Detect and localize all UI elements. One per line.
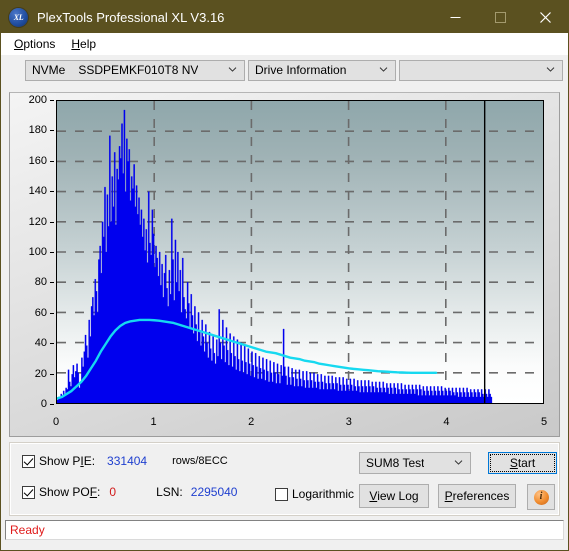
x-axis-tick-label: 4	[443, 416, 450, 428]
logarithmic-checkbox[interactable]	[275, 487, 288, 501]
window-title: PlexTools Professional XL V3.16	[37, 9, 225, 25]
show-pie-checkbox[interactable]	[22, 454, 35, 468]
info-icon: i	[533, 489, 549, 505]
y-axis-tick	[50, 160, 54, 162]
drive-select-value: SSDPEMKF010T8 NV	[78, 63, 199, 77]
pof-value: 0	[109, 485, 117, 499]
status-bar: Ready	[5, 520, 564, 540]
preferences-button[interactable]: Preferences	[438, 484, 516, 508]
menu-item-options[interactable]: Options	[6, 35, 63, 53]
y-axis-tick	[50, 221, 54, 223]
show-pof-checkbox[interactable]	[22, 485, 35, 499]
y-axis-tick	[50, 130, 54, 132]
selector-toolbar: NVMe SSDPEMKF010T8 NV Drive Information	[1, 55, 568, 85]
y-axis-tick	[50, 373, 54, 375]
test-select[interactable]: SUM8 Test	[359, 452, 471, 474]
x-axis-tick-label: 2	[248, 416, 255, 428]
y-axis-tick	[50, 404, 54, 405]
plot-area[interactable]	[56, 100, 544, 404]
y-axis-tick-label: 40	[34, 337, 47, 350]
status-text: Ready	[10, 523, 45, 537]
y-axis-tick-label: 80	[34, 276, 47, 289]
x-axis-tick-label: 5	[540, 416, 548, 428]
view-log-button-label: View Log	[369, 489, 419, 503]
chevron-down-icon	[228, 65, 237, 74]
show-pof-row: Show POF: 0 LSN: 2295040	[22, 485, 237, 499]
close-icon[interactable]	[523, 1, 568, 33]
lsn-label: LSN:	[156, 485, 183, 499]
y-axis-tick-label: 0	[40, 398, 47, 410]
menu-item-help-label: elp	[80, 36, 97, 51]
start-button-label: Start	[509, 456, 536, 470]
maximize-icon[interactable]	[478, 1, 523, 33]
y-axis-tick	[50, 191, 54, 193]
sub-function-select[interactable]	[399, 59, 563, 81]
pie-units: rows/8ECC	[172, 455, 228, 467]
menu-item-options-label: ptions	[23, 36, 56, 51]
start-button[interactable]: Start	[488, 452, 557, 474]
logarithmic-label: Logarithmic	[292, 487, 355, 501]
function-select[interactable]: Drive Information	[248, 59, 396, 81]
y-axis-tick-label: 180	[28, 124, 47, 137]
chevron-down-icon	[546, 65, 555, 74]
info-button[interactable]: i	[527, 484, 555, 510]
test-select-value: SUM8 Test	[366, 456, 425, 470]
drive-select[interactable]: NVMe SSDPEMKF010T8 NV	[25, 59, 245, 81]
y-axis-tick-label: 140	[28, 185, 47, 198]
y-axis-tick-label: 120	[28, 215, 47, 228]
y-axis-tick-label: 20	[34, 367, 47, 380]
y-axis-tick-label: 60	[34, 306, 47, 319]
show-pie-row: Show PIE: 331404 rows/8ECC	[22, 454, 228, 468]
drive-select-prefix: NVMe	[32, 63, 66, 77]
x-axis-tick-label: 0	[52, 416, 60, 428]
y-axis-tick-label: 160	[28, 154, 47, 167]
y-axis-tick	[50, 343, 54, 345]
menu-item-help[interactable]: Help	[63, 35, 104, 53]
y-axis-tick-label: 100	[28, 246, 47, 258]
pie-value: 331404	[107, 454, 148, 468]
menu-bar: Options Help	[1, 33, 568, 55]
x-axis-labels: 0 1 2 3 4 5	[10, 416, 559, 430]
lsn-value: 2295040	[190, 485, 238, 499]
preferences-button-label: Preferences	[444, 489, 510, 503]
y-axis-tick	[50, 282, 54, 284]
chevron-down-icon	[454, 458, 463, 467]
caption-buttons	[433, 1, 568, 33]
error-graph-panel: 0 20 40 60 80 100 120 140 160 180 200 0 1 2 3 4 5	[9, 92, 560, 437]
application-window: XL PlexTools Professional XL V3.16 Optio…	[0, 0, 569, 551]
function-select-value: Drive Information	[255, 63, 347, 77]
y-axis-tick	[50, 100, 54, 101]
y-axis-tick	[50, 252, 54, 253]
control-panel: Show PIE: 331404 rows/8ECC Show POF: 0 L…	[9, 442, 560, 516]
logarithmic-row: Logarithmic	[275, 487, 354, 501]
view-log-button[interactable]: View Log	[359, 484, 429, 508]
y-axis-labels: 0 20 40 60 80 100 120 140 160 180 200	[10, 93, 54, 436]
show-pie-label: Show PIE:	[39, 454, 96, 468]
app-icon: XL	[9, 7, 28, 27]
x-axis-tick-label: 1	[150, 416, 157, 428]
chevron-down-icon	[379, 65, 388, 74]
x-axis-tick-label: 3	[345, 416, 352, 428]
minimize-icon[interactable]	[433, 1, 478, 33]
show-pof-label: Show POF:	[39, 485, 101, 499]
y-axis-tick-label: 200	[28, 94, 47, 106]
title-bar: XL PlexTools Professional XL V3.16	[1, 1, 568, 33]
plot-svg	[57, 101, 543, 403]
y-axis-tick	[50, 312, 54, 314]
